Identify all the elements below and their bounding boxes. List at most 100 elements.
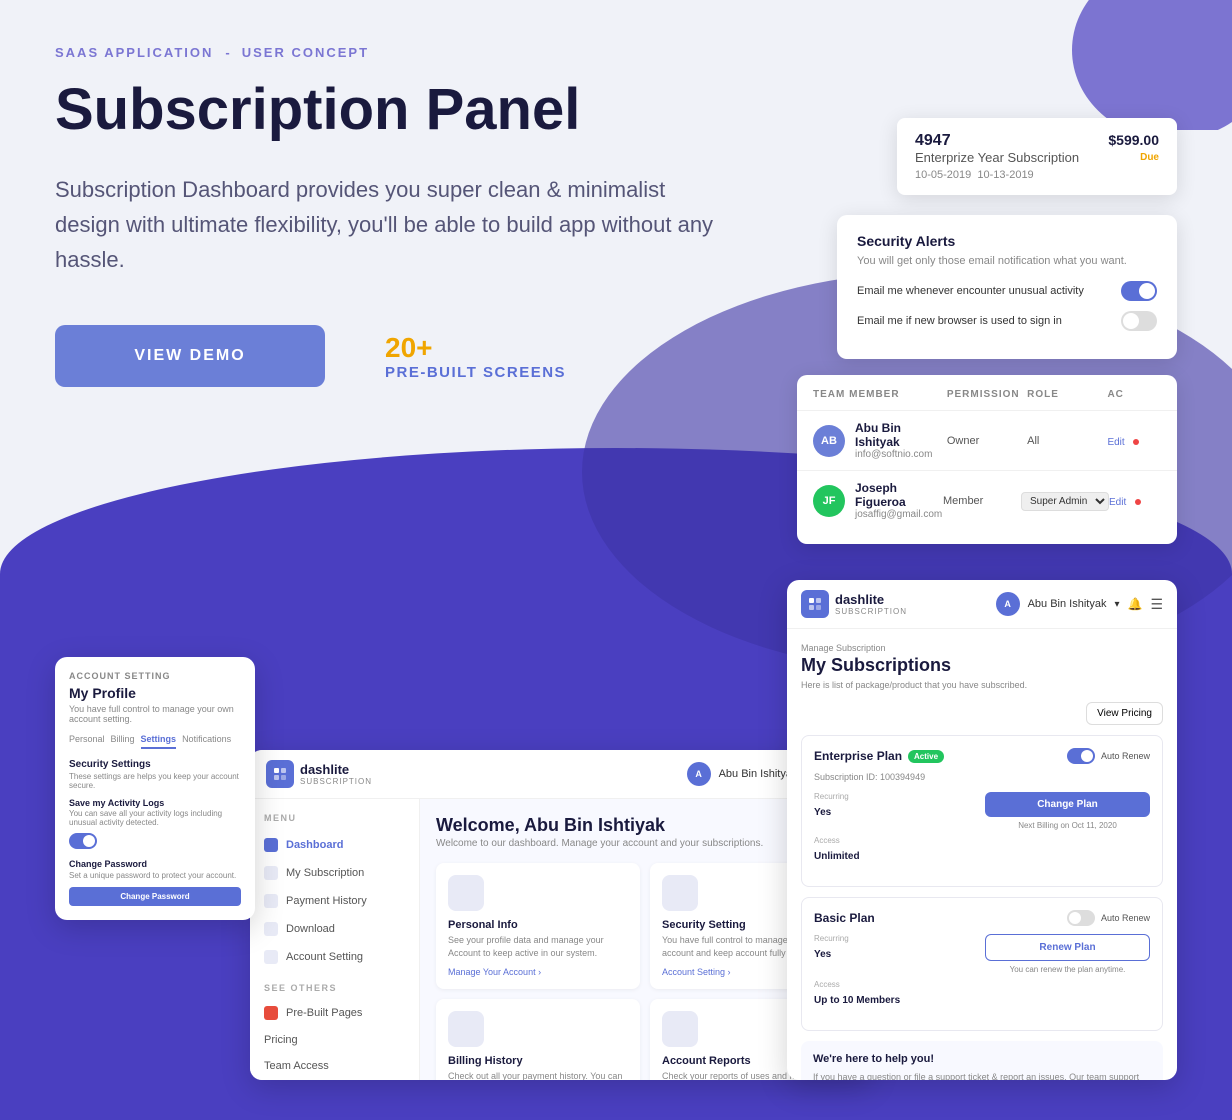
billing-history-icon — [448, 1011, 484, 1047]
tab-notifications[interactable]: Notifications — [182, 734, 231, 749]
personal-info-desc: See your profile data and manage your Ac… — [448, 934, 628, 959]
member-details-2: Joseph Figueroa josaffig@gmail.com — [855, 481, 943, 520]
basic-recurring-label: Recurring — [814, 934, 979, 943]
view-demo-button[interactable]: VIEW DEMO — [55, 325, 325, 387]
saas-label: SAAS APPLICATION — [55, 45, 213, 60]
support-title: We're here to help you! — [813, 1053, 1151, 1065]
access-label: Access — [814, 836, 979, 845]
sidebar-item-download[interactable]: Download — [250, 915, 419, 943]
account-section-label: Account Setting — [69, 671, 241, 681]
enterprise-action: Change Plan Next Billing on Oct 11, 2020 — [985, 792, 1150, 830]
member-actions-2: Edit — [1109, 492, 1161, 510]
sidebar-item-pricing[interactable]: Pricing — [250, 1027, 419, 1053]
access-value: Unlimited — [814, 851, 860, 862]
toggle-unusual-activity[interactable] — [1121, 281, 1157, 301]
enterprise-auto-renew: Auto Renew — [1067, 748, 1150, 764]
sidebar-item-subscription[interactable]: My Subscription — [250, 859, 419, 887]
dashboard-card-billing: Billing History Check out all your payme… — [436, 999, 640, 1080]
basic-auto-renew-label: Auto Renew — [1101, 913, 1150, 923]
payment-menu-icon — [264, 894, 278, 908]
change-plan-button[interactable]: Change Plan — [985, 792, 1150, 817]
role-dropdown-2[interactable]: Super Admin Admin Member — [1021, 492, 1109, 511]
subscriptions-panel: dashlite SUBSCRIPTION A Abu Bin Ishityak… — [787, 580, 1177, 1080]
recurring-label: Recurring — [814, 792, 979, 801]
renew-plan-button[interactable]: Renew Plan — [985, 934, 1150, 961]
dashboard-preview-card: dashlite SUBSCRIPTION A Abu Bin Ishityak… — [250, 750, 870, 1080]
plan-name: Enterprize Year Subscription — [915, 150, 1159, 165]
change-password-button[interactable]: Change Password — [69, 887, 241, 906]
plan-header-enterprise: Enterprise Plan Active Auto Renew — [814, 748, 1150, 764]
sidebar-label-subscription: My Subscription — [286, 867, 364, 879]
basic-access: Access Up to 10 Members — [814, 980, 979, 1008]
basic-plan-name: Basic Plan — [814, 911, 875, 925]
table-row: AB Abu Bin Ishityak info@softnio.com Own… — [797, 410, 1177, 470]
activity-toggle-row — [69, 833, 241, 849]
subs-bell-icon[interactable] — [1127, 597, 1142, 611]
basic-auto-renew-toggle[interactable] — [1067, 910, 1095, 926]
member-role-select-2[interactable]: Super Admin Admin Member — [1021, 491, 1109, 511]
subscription-status: Due — [1140, 152, 1159, 163]
change-password-desc: Set a unique password to protect your ac… — [69, 871, 241, 880]
prebuilt-info: 20+ PRE-BUILT SCREENS — [385, 332, 566, 381]
sidebar-item-login[interactable]: Login Activity — [250, 1079, 419, 1080]
subs-logo-sub: SUBSCRIPTION — [835, 607, 907, 616]
account-title: My Profile — [69, 685, 241, 701]
activity-logs-toggle[interactable] — [69, 833, 97, 849]
basic-plan-details: Recurring Yes Renew Plan You can renew t… — [814, 934, 1150, 1008]
subs-hamburger-icon[interactable] — [1150, 596, 1163, 613]
member-actions-1: Edit — [1107, 432, 1161, 450]
toggle-new-browser[interactable] — [1121, 311, 1157, 331]
sidebar-item-dashboard[interactable]: Dashboard — [250, 831, 419, 859]
hero-description: Subscription Dashboard provides you supe… — [55, 172, 735, 278]
enterprise-plan-details: Recurring Yes Change Plan Next Billing o… — [814, 792, 1150, 864]
edit-link-1[interactable]: Edit — [1107, 437, 1124, 448]
basic-recurring-value: Yes — [814, 949, 831, 960]
sidebar-item-prebuilt[interactable]: Pre-Built Pages — [250, 999, 419, 1027]
subs-user: A Abu Bin Ishityak ▾ — [996, 592, 1163, 616]
tab-settings[interactable]: Settings — [141, 734, 177, 749]
sidebar-item-team[interactable]: Team Access — [250, 1053, 419, 1079]
recurring-value: Yes — [814, 807, 831, 818]
dash-separator: - — [225, 45, 229, 60]
subs-logo-text-block: dashlite SUBSCRIPTION — [835, 592, 907, 616]
table-row: JF Joseph Figueroa josaffig@gmail.com Me… — [797, 470, 1177, 530]
subtitle-line: SAAS APPLICATION - USER CONCEPT — [55, 45, 1177, 60]
enterprise-plan-name-badge: Enterprise Plan Active — [814, 749, 944, 763]
logo-name: dashlite — [300, 762, 372, 777]
tab-personal[interactable]: Personal — [69, 734, 105, 749]
user-avatar: A — [687, 762, 711, 786]
sidebar-item-payment[interactable]: Payment History — [250, 887, 419, 915]
sidebar-item-account[interactable]: Account Setting — [250, 943, 419, 971]
plan-card-enterprise: Enterprise Plan Active Auto Renew Subscr… — [801, 735, 1163, 887]
enterprise-access: Access Unlimited — [814, 836, 979, 864]
subscription-dates: 10-05-2019 10-13-2019 — [915, 169, 1159, 181]
enterprise-auto-renew-toggle[interactable] — [1067, 748, 1095, 764]
avatar-2: JF — [813, 485, 845, 517]
dashboard-menu-icon — [264, 838, 278, 852]
security-settings-title: Security Settings — [69, 759, 241, 770]
sidebar-label-team: Team Access — [264, 1060, 329, 1072]
personal-info-link[interactable]: Manage Your Account › — [448, 967, 628, 977]
logo-text-block: dashlite SUBSCRIPTION — [300, 762, 372, 786]
edit-link-2[interactable]: Edit — [1109, 497, 1126, 508]
team-members-card: TEAM MEMBER PERMISSION ROLE AC AB Abu Bi… — [797, 375, 1177, 544]
enterprise-recurring: Recurring Yes — [814, 792, 979, 830]
view-pricing-button[interactable]: View Pricing — [1086, 702, 1163, 725]
col-action: AC — [1107, 389, 1161, 400]
toggle-row-2: Email me if new browser is used to sign … — [857, 311, 1157, 331]
subs-user-name: Abu Bin Ishityak — [1028, 598, 1107, 610]
dashboard-logo: dashlite SUBSCRIPTION — [266, 760, 372, 788]
basic-plan-name-badge: Basic Plan — [814, 911, 875, 925]
member-name-1: Abu Bin Ishityak — [855, 421, 947, 449]
billing-history-desc: Check out all your payment history. You … — [448, 1070, 628, 1080]
sidebar-label-download: Download — [286, 923, 335, 935]
member-name-2: Joseph Figueroa — [855, 481, 943, 509]
prebuilt-label: PRE-BUILT SCREENS — [385, 364, 566, 381]
basic-auto-renew: Auto Renew — [1067, 910, 1150, 926]
member-permission-1: Owner — [947, 435, 1027, 447]
subscriptions-header: dashlite SUBSCRIPTION A Abu Bin Ishityak… — [787, 580, 1177, 629]
tab-billing[interactable]: Billing — [111, 734, 135, 749]
security-alerts-title: Security Alerts — [857, 233, 1157, 249]
security-setting-icon — [662, 875, 698, 911]
menu-label: MENU — [250, 813, 419, 823]
